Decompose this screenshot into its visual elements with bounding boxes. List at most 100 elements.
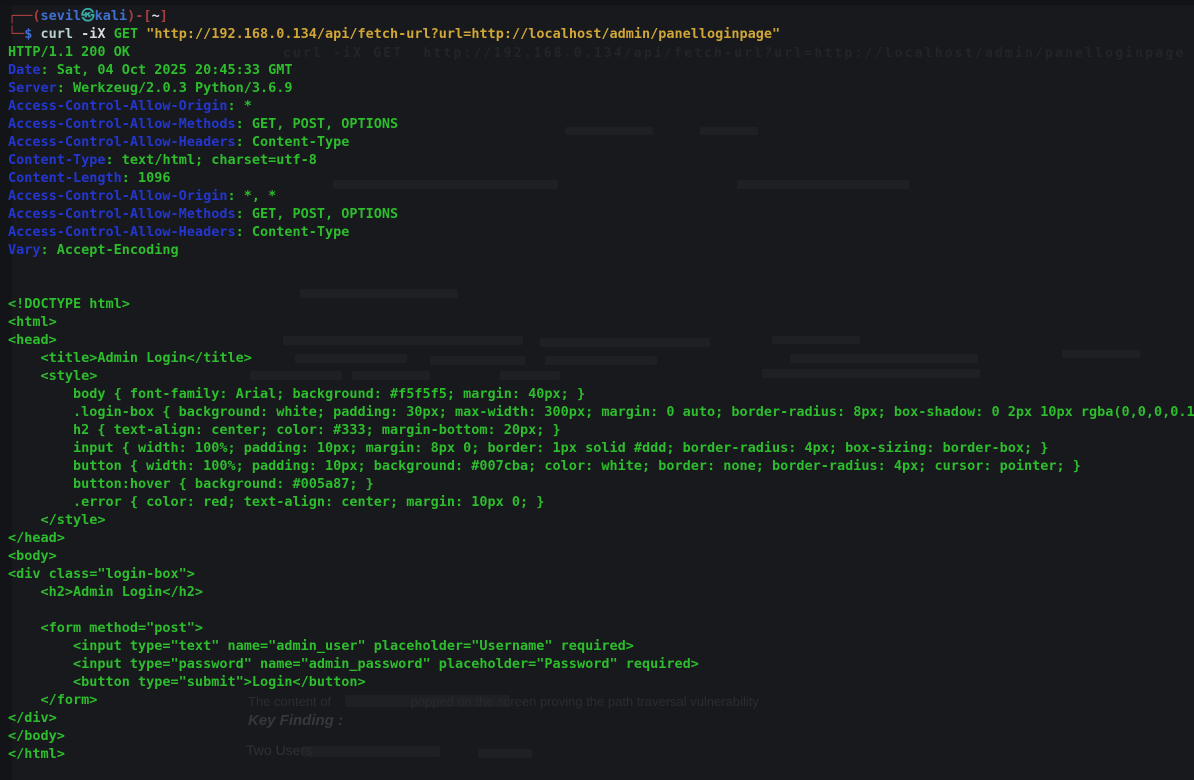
terminal-text-segment: <input type="password" name="admin_passw…	[8, 656, 699, 672]
terminal-line: Content-Type: text/html; charset=utf-8	[8, 151, 1194, 169]
terminal-text-segment: <title>Admin Login</title>	[8, 350, 252, 366]
terminal-text-segment: kali	[95, 8, 128, 24]
terminal-text-segment: Content-Type	[8, 152, 106, 168]
terminal-text-segment: : Accept-Encoding	[41, 242, 179, 258]
terminal-line: <head>	[8, 331, 1194, 349]
terminal-line: Access-Control-Allow-Origin: *	[8, 97, 1194, 115]
terminal-text-segment: : Werkzeug/2.0.3 Python/3.6.9	[57, 80, 293, 96]
terminal-text-segment: : text/html; charset=utf-8	[106, 152, 317, 168]
terminal-text-segment: button { width: 100%; padding: 10px; bac…	[8, 458, 1081, 474]
terminal-text-segment: <style>	[8, 368, 97, 384]
terminal-line: .error { color: red; text-align: center;…	[8, 493, 1194, 511]
terminal-line: <div class="login-box">	[8, 565, 1194, 583]
terminal-text-segment: body { font-family: Arial; background: #…	[8, 386, 585, 402]
terminal-line: <input type="text" name="admin_user" pla…	[8, 637, 1194, 655]
terminal-text-segment: <div class="login-box">	[8, 566, 195, 582]
terminal-line: <button type="submit">Login</button>	[8, 673, 1194, 691]
terminal-text-segment: <form method="post">	[8, 620, 203, 636]
terminal-text-segment: </body>	[8, 728, 65, 744]
terminal-line: body { font-family: Arial; background: #…	[8, 385, 1194, 403]
terminal-text-segment: </style>	[8, 512, 106, 528]
terminal-line: button { width: 100%; padding: 10px; bac…	[8, 457, 1194, 475]
terminal-line: </html>	[8, 745, 1194, 763]
terminal-text-segment: )-[	[127, 8, 151, 24]
terminal-line: <html>	[8, 313, 1194, 331]
terminal-text-segment: input { width: 100%; padding: 10px; marg…	[8, 440, 1048, 456]
terminal-line: </div>	[8, 709, 1194, 727]
terminal-line: <input type="password" name="admin_passw…	[8, 655, 1194, 673]
terminal-text-segment: : GET, POST, OPTIONS	[236, 206, 399, 222]
terminal-line: └─$ curl -iX GET "http://192.168.0.134/a…	[8, 25, 1194, 43]
terminal-text-segment: <html>	[8, 314, 57, 330]
terminal-line: <!DOCTYPE html>	[8, 295, 1194, 313]
terminal-line: Date: Sat, 04 Oct 2025 20:45:33 GMT	[8, 61, 1194, 79]
terminal-line: <style>	[8, 367, 1194, 385]
terminal-text-segment: GET	[114, 26, 138, 42]
terminal-line	[8, 277, 1194, 295]
terminal-line: Vary: Accept-Encoding	[8, 241, 1194, 259]
terminal-line: </body>	[8, 727, 1194, 745]
terminal-text-segment: : Content-Type	[236, 224, 350, 240]
terminal-line: Access-Control-Allow-Methods: GET, POST,…	[8, 205, 1194, 223]
terminal-text-segment: .error { color: red; text-align: center;…	[8, 494, 544, 510]
terminal-line: Access-Control-Allow-Headers: Content-Ty…	[8, 223, 1194, 241]
terminal-line: button:hover { background: #005a87; }	[8, 475, 1194, 493]
terminal-text-segment: -iX	[73, 26, 114, 42]
terminal-text-segment: <h2>Admin Login</h2>	[8, 584, 203, 600]
terminal-text-segment: </head>	[8, 530, 65, 546]
terminal-text-segment: Access-Control-Allow-Headers	[8, 134, 236, 150]
terminal-text-segment: button:hover { background: #005a87; }	[8, 476, 374, 492]
terminal-text-segment: Content-Length	[8, 170, 122, 186]
terminal-text-segment: Vary	[8, 242, 41, 258]
terminal-text-segment: </form>	[8, 692, 97, 708]
terminal-text-segment: Date	[8, 62, 41, 78]
terminal-line	[8, 601, 1194, 619]
terminal-text-segment: Access-Control-Allow-Origin	[8, 98, 227, 114]
terminal-text-segment: : Sat, 04 Oct 2025 20:45:33 GMT	[41, 62, 293, 78]
terminal-line: <title>Admin Login</title>	[8, 349, 1194, 367]
terminal-line: Content-Length: 1096	[8, 169, 1194, 187]
terminal-text-segment: <body>	[8, 548, 57, 564]
terminal-window[interactable]: curl -iX GET http://192.168.0.134/api/fe…	[0, 0, 1194, 780]
terminal-text-segment: "http://192.168.0.134/api/fetch-url?url=…	[138, 26, 780, 42]
terminal-line: <form method="post">	[8, 619, 1194, 637]
terminal-text-segment: Access-Control-Allow-Headers	[8, 224, 236, 240]
terminal-text-segment: <head>	[8, 332, 57, 348]
terminal-line: input { width: 100%; padding: 10px; marg…	[8, 439, 1194, 457]
terminal-text-segment: : GET, POST, OPTIONS	[236, 116, 399, 132]
terminal-line: Server: Werkzeug/2.0.3 Python/3.6.9	[8, 79, 1194, 97]
terminal-text-segment: ]	[160, 8, 168, 24]
terminal-text-segment: <input type="text" name="admin_user" pla…	[8, 638, 634, 654]
terminal-text-segment: .login-box { background: white; padding:…	[8, 404, 1194, 420]
terminal-line: </head>	[8, 529, 1194, 547]
terminal-text-segment: ┌──(	[8, 8, 41, 24]
terminal-line: ┌──(sevil㉿kali)-[~]	[8, 7, 1194, 25]
terminal-text-segment: <button type="submit">Login</button>	[8, 674, 366, 690]
terminal-line: </form>	[8, 691, 1194, 709]
terminal-output: ┌──(sevil㉿kali)-[~]└─$ curl -iX GET "htt…	[0, 0, 1194, 780]
terminal-text-segment: </div>	[8, 710, 57, 726]
terminal-text-segment: : Content-Type	[236, 134, 350, 150]
terminal-text-segment: h2 { text-align: center; color: #333; ma…	[8, 422, 561, 438]
terminal-text-segment: : 1096	[122, 170, 171, 186]
terminal-text-segment: </html>	[8, 746, 65, 762]
terminal-text-segment: : *	[227, 98, 251, 114]
terminal-line: Access-Control-Allow-Methods: GET, POST,…	[8, 115, 1194, 133]
terminal-text-segment: HTTP/1.1 200 OK	[8, 44, 130, 60]
terminal-text-segment: ~	[152, 8, 160, 24]
terminal-line: <h2>Admin Login</h2>	[8, 583, 1194, 601]
terminal-line: </style>	[8, 511, 1194, 529]
terminal-text-segment: sevil	[41, 8, 82, 24]
terminal-text-segment: curl	[32, 26, 73, 42]
terminal-line: <body>	[8, 547, 1194, 565]
terminal-line	[8, 259, 1194, 277]
terminal-text-segment: Access-Control-Allow-Methods	[8, 206, 236, 222]
terminal-text-segment: └─	[8, 26, 24, 42]
terminal-text-segment: Access-Control-Allow-Origin	[8, 188, 227, 204]
terminal-line: HTTP/1.1 200 OK	[8, 43, 1194, 61]
terminal-line: h2 { text-align: center; color: #333; ma…	[8, 421, 1194, 439]
terminal-line: Access-Control-Allow-Headers: Content-Ty…	[8, 133, 1194, 151]
terminal-text-segment: ㉿	[81, 8, 95, 24]
terminal-text-segment: Access-Control-Allow-Methods	[8, 116, 236, 132]
terminal-text-segment: <!DOCTYPE html>	[8, 296, 130, 312]
